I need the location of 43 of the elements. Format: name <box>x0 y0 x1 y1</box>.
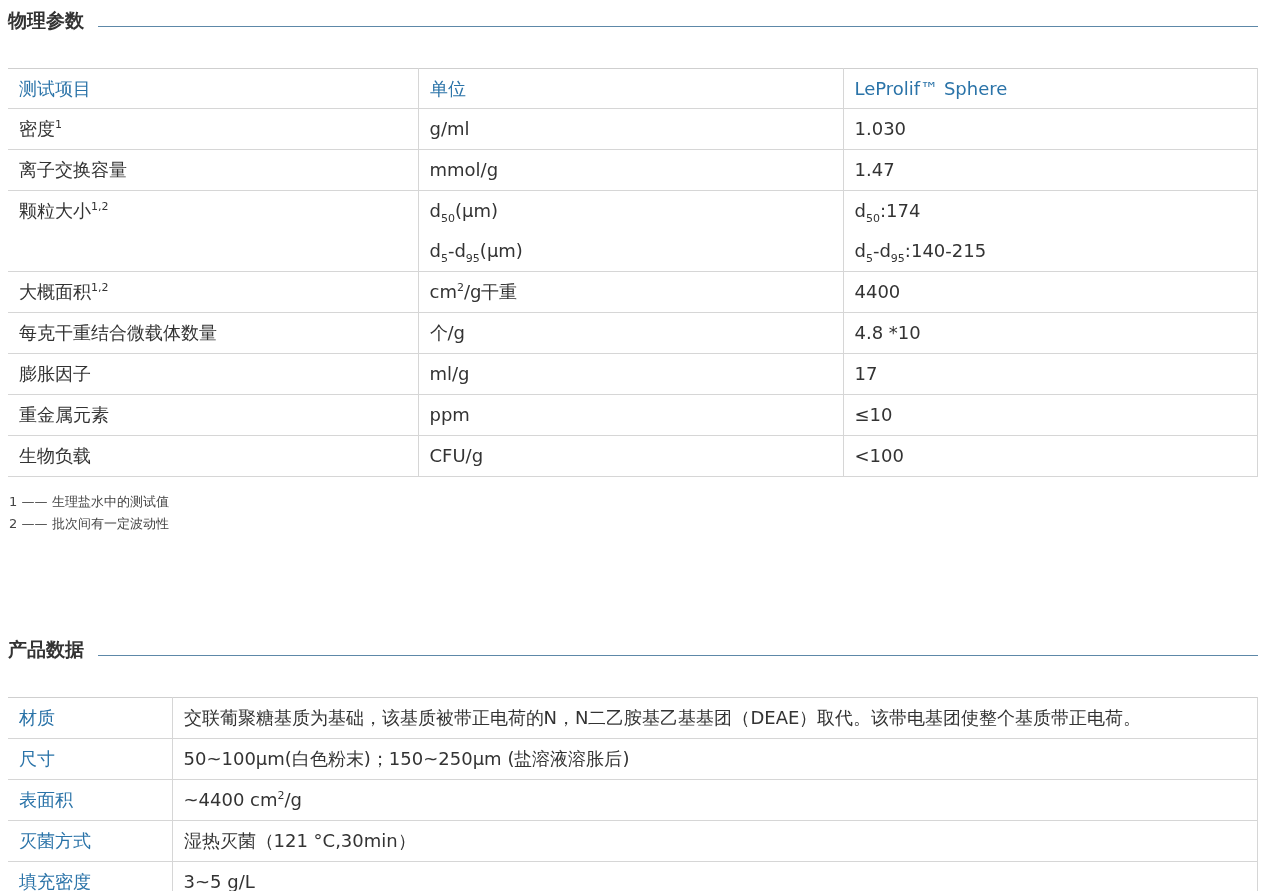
section-title: 产品数据 <box>8 637 84 661</box>
table-cell-text: cm$^{2}$/g干重 <box>429 280 519 304</box>
table-cell-text: 离子交换容量 <box>19 158 128 182</box>
table-cell-text: 4400 <box>854 280 902 304</box>
table-cell-text: 生物负载 <box>19 444 92 468</box>
section-title: 物理参数 <box>8 8 84 32</box>
row-label: 表面积 <box>19 788 74 812</box>
table-cell-text: 1.47 <box>854 158 896 182</box>
table-cell-text: d$_{5}$-d$_{95}$:140-215 <box>854 239 988 267</box>
footnote: 1 —— 生理盐水中的测试值 <box>9 493 169 511</box>
table-cell-text: g/ml <box>429 117 471 141</box>
row-label: 填充密度 <box>19 870 92 891</box>
table-cell-text: 交联葡聚糖基质为基础，该基质被带正电荷的N，N二乙胺基乙基基团（DEAE）取代。该带电基团使整个基质带正电荷。 <box>183 706 1143 730</box>
table-cell-text: 重金属元素 <box>19 403 110 427</box>
footnote: 2 —— 批次间有一定波动性 <box>9 515 169 533</box>
table-cell-text: 4.8 *10 <box>854 321 922 345</box>
table-cell-text: ~4400 cm$^{2}$/g <box>183 788 304 812</box>
row-label: 材质 <box>19 706 56 730</box>
table-cell-text: 50~100μm(白色粉末)；150~250μm (盐溶液溶胀后) <box>183 747 631 771</box>
table-cell-text: d$_{50}$:174 <box>854 199 922 227</box>
column-header: LeProlif™ Sphere <box>843 68 1258 109</box>
table-cell-text: CFU/g <box>429 444 485 468</box>
table-cell-text: ppm <box>429 403 471 427</box>
table-cell-text: 1.030 <box>854 117 908 141</box>
table-cell-text: 颗粒大小$^{1,2}$ <box>19 199 110 223</box>
table-cell-text: 3~5 g/L <box>183 870 256 891</box>
table-cell-text: 大概面积$^{1,2}$ <box>19 280 110 304</box>
table-cell-text: d$_{50}$(μm) <box>429 199 499 227</box>
table-cell-text: 每克干重结合微载体数量 <box>19 321 218 345</box>
row-label: 灭菌方式 <box>19 829 92 853</box>
table-cell-text: 密度$^{1}$ <box>19 117 63 141</box>
table-cell-text: mmol/g <box>429 158 500 182</box>
column-header: 测试项目 <box>8 68 418 109</box>
table-cell-text: ml/g <box>429 362 471 386</box>
table-cell-text: <100 <box>854 444 905 468</box>
table-cell-text: 湿热灭菌（121 °C,30min） <box>183 829 417 853</box>
table-cell-text: 17 <box>854 362 879 386</box>
column-header: 单位 <box>418 68 843 109</box>
table-cell-text: 膨胀因子 <box>19 362 92 386</box>
table-cell-text: ≤10 <box>854 403 894 427</box>
table-cell-text: 个/g <box>429 321 466 345</box>
table-cell-text: d$_{5}$-d$_{95}$(μm) <box>429 239 524 267</box>
row-label: 尺寸 <box>19 747 56 771</box>
